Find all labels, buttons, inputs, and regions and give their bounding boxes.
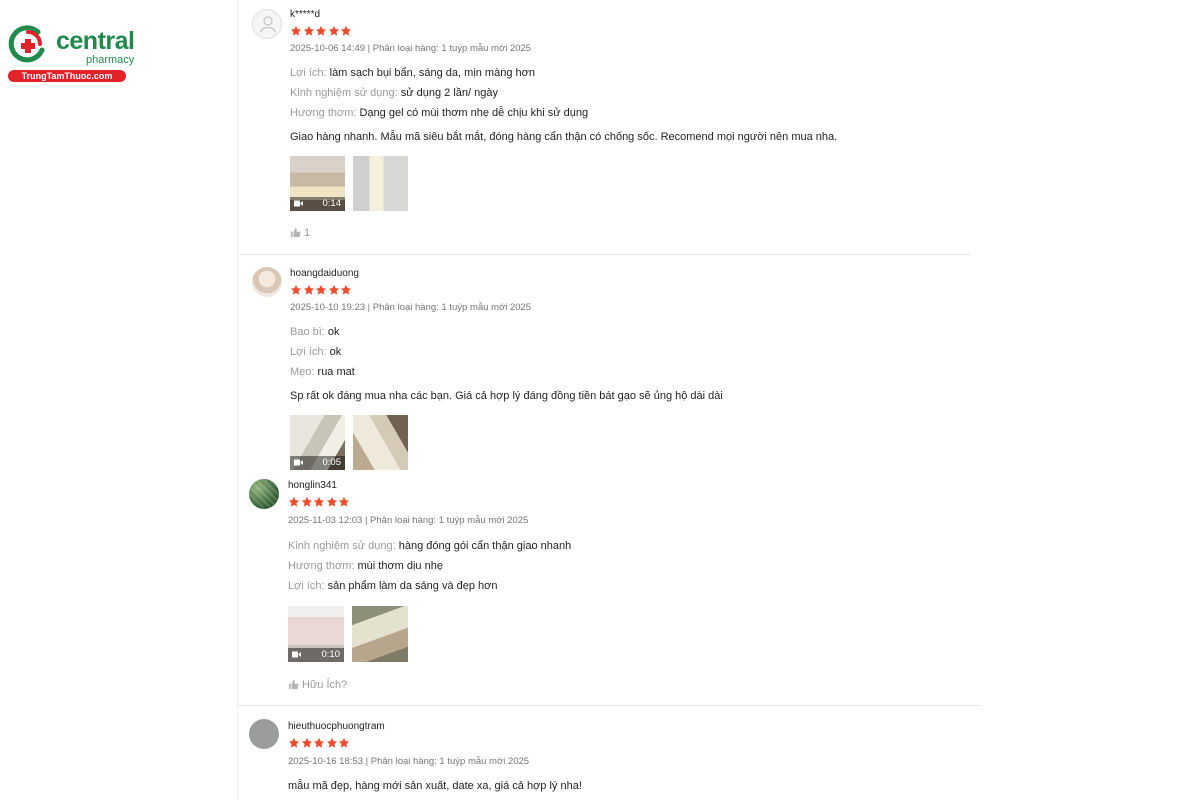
review-video-thumbnail[interactable]: 0:14	[290, 156, 345, 211]
star-icon	[303, 284, 314, 295]
review-meta: 2025-11-03 12:03 | Phân loại hàng: 1 tuý…	[288, 515, 529, 526]
brand-subtitle: pharmacy	[86, 54, 135, 66]
star-icon	[313, 737, 325, 748]
review-photo-thumbnail[interactable]	[353, 415, 408, 470]
star-icon	[315, 25, 327, 36]
star-icon	[340, 25, 352, 36]
star-icon	[288, 496, 300, 507]
review-comment: Sp rất ok đáng mua nha các bạn. Giá cả h…	[290, 390, 723, 402]
pharmacy-cross-icon	[8, 25, 45, 63]
avatar	[252, 267, 282, 297]
star-icon	[328, 284, 339, 295]
star-icon	[315, 284, 327, 295]
review-meta: 2025-10-10 19:23 | Phân loại hàng: 1 tuý…	[290, 302, 532, 313]
star-icon	[301, 496, 312, 507]
review-field: Hương thơm: Dạng gel có mùi thơm nhẹ dễ …	[290, 107, 589, 119]
review-field: Lợi ích: làm sạch bụi bẩn, sáng da, mịn …	[290, 67, 535, 79]
review-field: Kinh nghiệm sử dụng: hàng đóng gói cẩn t…	[288, 540, 572, 552]
brand-logo[interactable]: central pharmacy TrungTamThuoc.com	[6, 22, 135, 84]
star-icon	[290, 25, 302, 36]
video-duration: 0:10	[321, 649, 341, 660]
review-field: Bao bì: ok	[290, 326, 340, 338]
video-camera-icon	[294, 459, 303, 466]
rating-stars	[288, 736, 351, 749]
video-camera-icon	[294, 200, 303, 207]
review-divider	[238, 705, 980, 706]
like-button[interactable]: 1	[290, 227, 310, 239]
review-field: Hương thơm: mùi thơm dịu nhẹ	[288, 560, 443, 572]
avatar	[252, 9, 282, 39]
star-icon	[301, 737, 312, 748]
avatar	[249, 719, 279, 749]
avatar	[249, 479, 279, 509]
like-count: 1	[304, 227, 311, 239]
review-meta: 2025-10-06 14:49 | Phân loại hàng: 1 tuý…	[290, 43, 532, 54]
review-divider	[240, 254, 970, 255]
star-icon	[313, 496, 325, 507]
star-icon	[328, 25, 339, 36]
video-duration: 0:05	[322, 457, 342, 468]
star-icon	[326, 737, 337, 748]
star-icon	[338, 737, 350, 748]
brand-site: TrungTamThuoc.com	[8, 70, 126, 82]
rating-stars	[290, 24, 353, 37]
review-field: Mẹo: rua mat	[290, 366, 355, 378]
review-username: k*****d	[290, 9, 321, 20]
panel-edge	[237, 0, 238, 800]
brand-name: central	[56, 27, 135, 55]
review-username: hoangdaiduong	[290, 268, 359, 279]
star-icon	[338, 496, 350, 507]
star-icon	[340, 284, 352, 295]
star-icon	[303, 25, 314, 36]
helpful-label: Hữu Ích?	[302, 679, 348, 691]
review-meta: 2025-10-16 18:53 | Phân loại hàng: 1 tuý…	[288, 756, 530, 767]
review-field: Lợi ích: ok	[290, 346, 342, 358]
thumbs-up-icon	[288, 679, 299, 690]
review-video-thumbnail[interactable]: 0:05	[290, 415, 345, 470]
rating-stars	[290, 283, 353, 296]
star-icon	[326, 496, 337, 507]
user-placeholder-icon	[260, 16, 276, 33]
review-comment: Giao hàng nhanh. Mẫu mã siêu bắt mắt, đó…	[290, 131, 838, 143]
review-username: honglin341	[288, 480, 337, 491]
review-username: hieuthuocphuongtram	[288, 721, 385, 732]
star-icon	[290, 284, 302, 295]
star-icon	[288, 737, 300, 748]
helpful-button[interactable]: Hữu Ích?	[288, 679, 347, 691]
review-video-thumbnail[interactable]: 0:10	[288, 606, 344, 662]
video-duration: 0:14	[322, 198, 342, 209]
review-field: Lợi ích: sản phẩm làm da sáng và đẹp hơn	[288, 580, 498, 592]
review-field: Kinh nghiệm sử dụng: sử dụng 2 lần/ ngày	[290, 87, 498, 99]
review-photo-thumbnail[interactable]	[353, 156, 408, 211]
thumbs-up-icon	[290, 227, 301, 238]
video-camera-icon	[292, 651, 301, 658]
rating-stars	[288, 495, 351, 508]
review-photo-thumbnail[interactable]	[352, 606, 408, 662]
review-comment: mẫu mã đẹp, hàng mới sản xuất, date xa, …	[288, 780, 582, 792]
